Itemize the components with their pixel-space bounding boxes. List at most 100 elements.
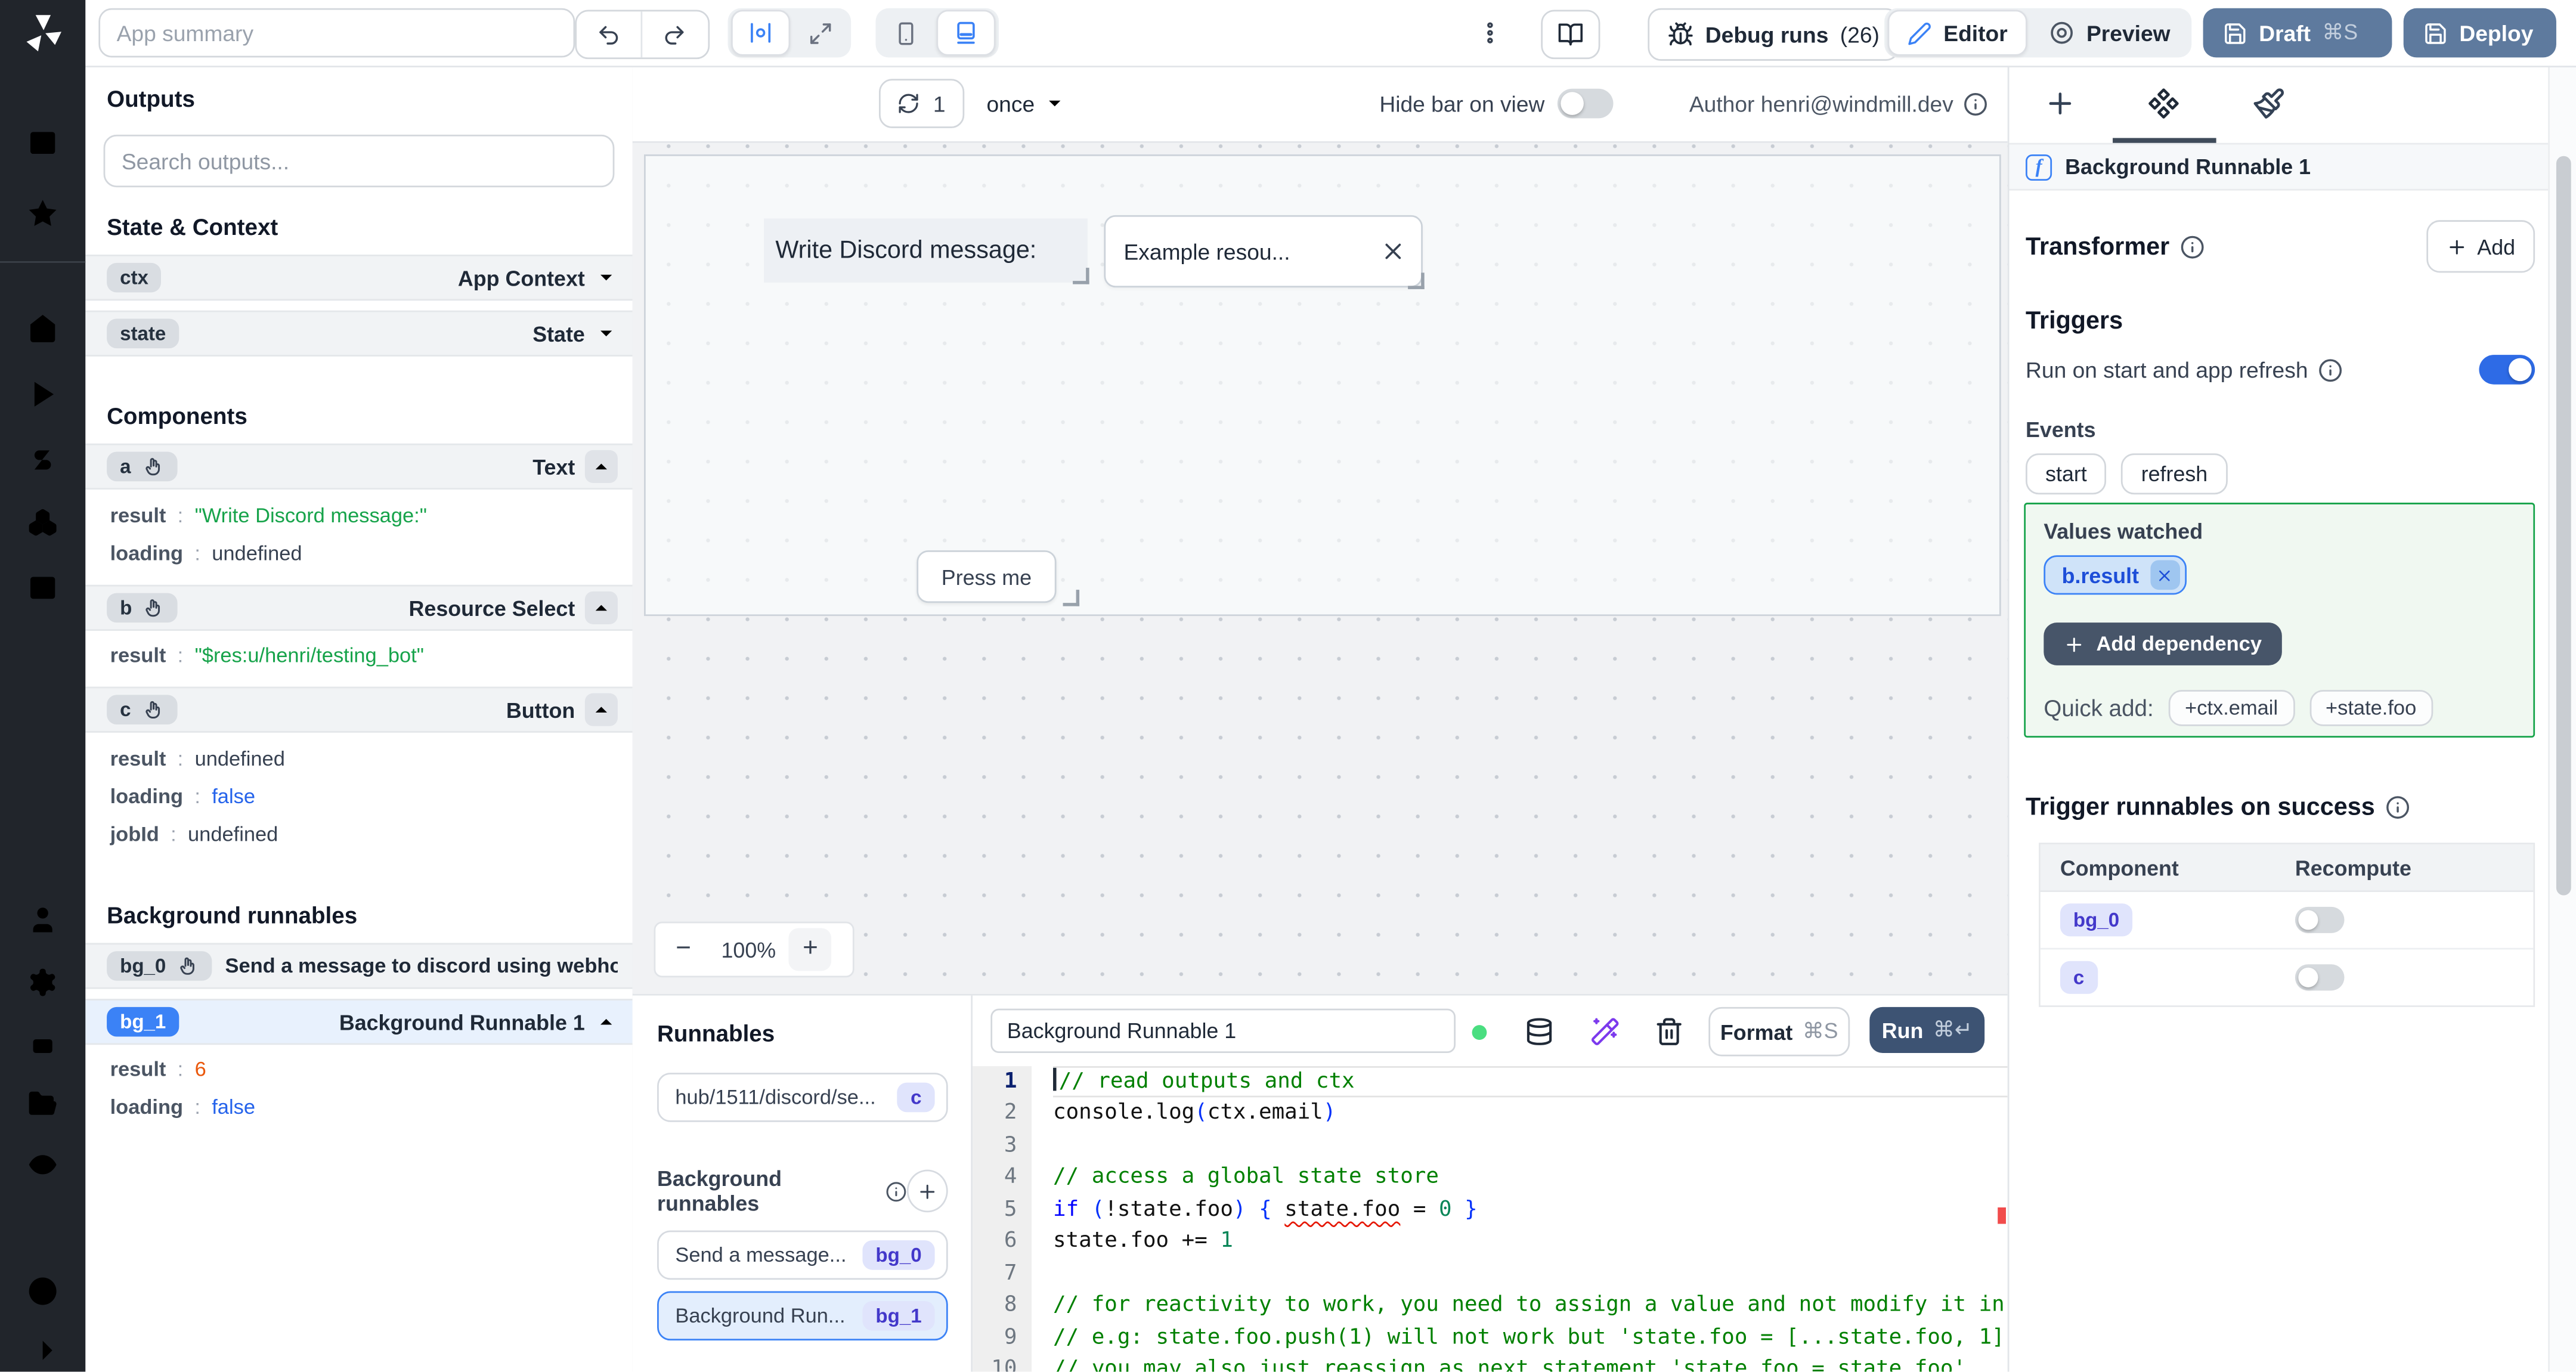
press-me-button[interactable]: Press me [917,550,1057,603]
remove-dependency-button[interactable] [2150,560,2180,590]
window-scrollbar[interactable] [2548,66,2576,1372]
runnable-name-input[interactable] [990,1008,1456,1054]
output-row-ctx[interactable]: ctx App Context [85,255,633,301]
collapse-arrow-icon[interactable] [26,1334,59,1367]
insert-component-tab-plus-icon[interactable] [2044,87,2076,120]
app-window-icon[interactable] [26,126,59,159]
settings-gear-icon[interactable] [26,966,59,999]
resources-boxes-icon[interactable] [26,506,59,539]
quick-add-ctx-email[interactable]: +ctx.email [2168,690,2295,726]
zoom-in-button[interactable]: + [789,928,832,971]
mobile-view-button[interactable] [879,11,933,54]
function-icon: f [2026,153,2052,180]
kv-row: loading: false [110,785,255,809]
styling-tab-brush-icon[interactable] [2252,87,2285,120]
runnable-item-bg0[interactable]: Send a message... bg_0 [657,1230,948,1280]
deploy-button[interactable]: Deploy [2403,8,2556,58]
info-icon[interactable] [1963,91,1987,116]
event-chip-start[interactable]: start [2026,453,2107,495]
maximize-icon [810,22,831,44]
resize-handle[interactable] [1408,272,1425,289]
output-row-state[interactable]: state State [85,310,633,357]
output-row-b[interactable]: b Resource Select [85,584,633,631]
collapse-button[interactable] [584,450,618,483]
recompute-toggle-bg0[interactable] [2295,906,2345,933]
folders-icon[interactable] [26,1088,59,1120]
zoom-out-button[interactable]: − [655,935,711,965]
runs-play-icon[interactable] [26,378,59,411]
code-editor[interactable]: 1 2 3 4 5 6 7 8 9 10 // read outputs and ctx conso… [973,1066,2008,1372]
info-icon[interactable] [886,1181,907,1202]
kv-row: result:6 [110,1058,206,1081]
component-a-badge: a [107,451,177,482]
recompute-toggle-c[interactable] [2295,964,2345,991]
resize-handle[interactable] [1073,268,1089,284]
text-component[interactable]: Write Discord message: [764,218,1088,283]
component-a-type: Text [532,454,575,479]
settings-component-tab-icon[interactable] [2147,87,2180,120]
schedules-calendar-icon[interactable] [26,570,59,603]
expand-button[interactable] [794,11,848,54]
tab-preview[interactable]: Preview [2030,11,2188,54]
add-dependency-button[interactable]: Add dependency [2044,622,2282,665]
delete-trash-icon[interactable] [1654,1017,1684,1046]
runnable-item-bg1-selected[interactable]: Background Run... bg_1 [657,1291,948,1341]
quick-add-state-foo[interactable]: +state.foo [2309,690,2433,726]
undo-button[interactable] [577,11,640,57]
output-row-bg0[interactable]: bg_0 Send a message to discord using web… [85,943,633,989]
hide-bar-toggle[interactable] [1558,88,1614,119]
search-outputs-input[interactable] [103,134,615,188]
home-icon[interactable] [26,312,59,345]
format-button[interactable]: Format ⌘S [1708,1006,1850,1057]
run-on-start-toggle[interactable] [2479,355,2535,385]
runnable-item-c[interactable]: hub/1511/discord/se... c [657,1073,948,1122]
info-icon[interactable] [2318,357,2342,382]
docs-button[interactable] [1541,10,1600,60]
more-menu-button[interactable] [1473,13,1506,52]
users-icon[interactable] [26,903,59,936]
preview-icon [2051,21,2073,44]
refresh-interval-control[interactable]: 1 [878,79,964,128]
collapse-button[interactable] [584,693,618,726]
ai-wand-icon[interactable] [1590,1017,1620,1046]
cache-database-icon[interactable] [1525,1017,1555,1046]
chevron-down-icon[interactable] [595,266,618,289]
workers-robot-icon[interactable] [26,1029,59,1061]
audit-eye-icon[interactable] [26,1148,59,1181]
app-summary-input[interactable] [98,8,575,58]
resize-handle[interactable] [1063,590,1080,606]
clear-icon[interactable] [1380,238,1406,264]
add-background-runnable-button[interactable] [907,1169,948,1213]
variables-dollar-icon[interactable] [26,444,59,476]
chevron-up-icon[interactable] [595,1010,618,1033]
table-header: Component Recompute [2040,844,2534,893]
info-icon[interactable] [2385,795,2409,819]
chevron-down-icon[interactable] [595,322,618,345]
center-horizontally-button[interactable] [731,10,791,56]
code-lines[interactable]: // read outputs and ctx console.log(ctx.e… [1032,1066,2008,1372]
tab-editor[interactable]: Editor [1887,10,2027,56]
format-shortcut: ⌘S [1802,1018,1838,1043]
output-row-bg1[interactable]: bg_1 Background Runnable 1 [85,999,633,1045]
star-icon[interactable] [26,197,59,230]
debug-runs-button[interactable]: Debug runs (26) [1648,8,1899,61]
run-button[interactable]: Run ⌘↵ [1869,1006,1985,1054]
app-canvas[interactable]: Write Discord message: Example resou... … [632,143,2008,994]
frequency-dropdown[interactable]: once [986,91,1066,116]
redo-button[interactable] [640,11,706,58]
scrollbar-thumb[interactable] [2556,156,2571,896]
watched-value-label: b.result [2061,562,2140,587]
selected-runnable-breadcrumb[interactable]: f Background Runnable 1 [2009,143,2549,191]
output-row-a[interactable]: a Text [85,443,633,490]
draft-button[interactable]: Draft ⌘S [2203,8,2392,58]
output-row-c[interactable]: c Button [85,686,633,733]
info-icon[interactable] [2179,234,2204,259]
event-chip-refresh[interactable]: refresh [2121,453,2228,495]
collapse-button[interactable] [584,591,618,624]
resource-select-component[interactable]: Example resou... [1104,215,1423,288]
desktop-view-button[interactable] [936,10,996,56]
add-transformer-button[interactable]: Add [2426,220,2535,273]
watched-value-chip[interactable]: b.result [2044,555,2187,595]
help-icon[interactable] [26,1275,59,1308]
windmill-logo[interactable] [21,11,64,54]
